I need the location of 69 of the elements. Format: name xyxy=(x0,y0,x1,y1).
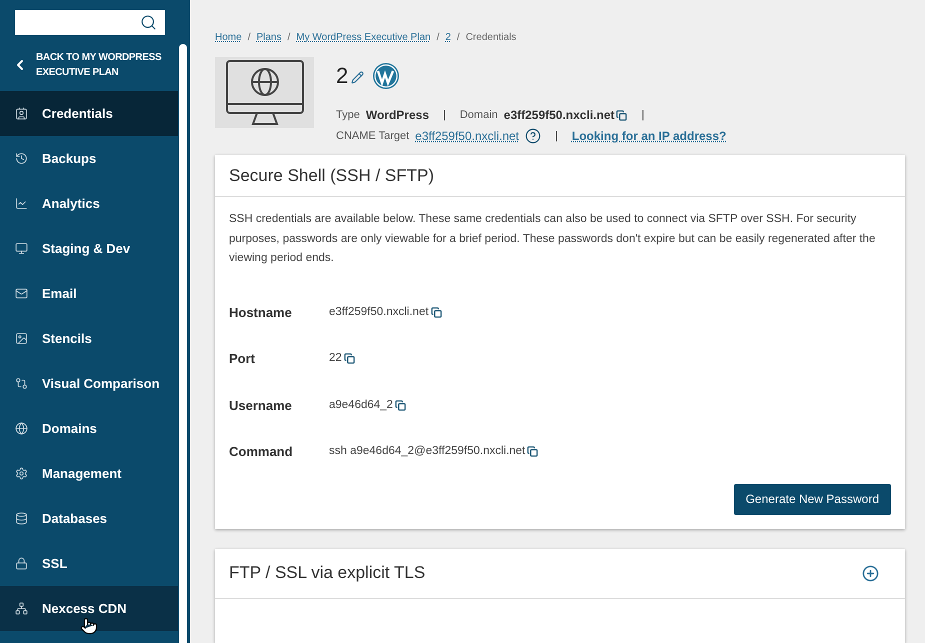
image-icon xyxy=(15,332,28,345)
type-label: Type xyxy=(336,108,360,123)
monitor-globe-icon xyxy=(224,58,304,126)
back-link[interactable]: BACK TO MY WORDPRESS EXECUTIVE PLAN xyxy=(0,45,190,85)
nav-item[interactable]: Domains xyxy=(0,406,178,451)
chart-icon xyxy=(15,197,28,210)
copy-icon[interactable] xyxy=(527,446,538,458)
card-title: Secure Shell (SSH / SFTP) xyxy=(215,155,905,197)
cursor-icon xyxy=(80,616,98,636)
search-icon[interactable] xyxy=(140,14,157,31)
nav-item[interactable]: Credentials xyxy=(0,91,178,136)
field-value: e3ff259f50.nxcli.net xyxy=(329,304,429,320)
nav-item[interactable]: Visual Comparison xyxy=(0,361,178,406)
copy-icon[interactable] xyxy=(344,353,355,364)
gear-icon xyxy=(15,467,28,480)
database-icon xyxy=(15,512,28,525)
separator: | xyxy=(555,128,558,144)
description: SSH credentials are available below. These same credentials can also be used to connect via SFTP over SSH. For security purposes, passwords are only viewable for a brief period. These passwords don't expire but can be easily regenerated after the viewing period ends. xyxy=(229,212,876,266)
network-icon xyxy=(15,602,28,615)
help-icon[interactable] xyxy=(525,128,542,144)
breadcrumb-separator: / xyxy=(248,31,250,45)
nav-item[interactable]: Management xyxy=(0,451,178,496)
search-field[interactable] xyxy=(15,10,165,35)
nav-item[interactable]: Staging & Dev xyxy=(0,226,178,271)
id-card-icon xyxy=(15,107,28,120)
separator: | xyxy=(641,108,644,123)
breadcrumb-separator: / xyxy=(436,31,440,45)
generate-password-button[interactable]: Generate New Password xyxy=(734,484,891,514)
domain-label: Domain xyxy=(460,108,498,123)
field-value: ssh a9e46d64_2@e3ff259f50.nxcli.net xyxy=(329,444,526,460)
field-label: Username xyxy=(229,396,293,414)
breadcrumb-link[interactable]: 2 xyxy=(445,30,451,45)
site-name: 2 xyxy=(336,62,348,90)
field-value: a9e46d64_2 xyxy=(329,398,393,413)
field-label: Hostname xyxy=(229,304,293,322)
breadcrumb-link[interactable]: Plans xyxy=(256,30,282,45)
domain-value: e3ff259f50.nxcli.net xyxy=(504,107,614,124)
copy-icon[interactable] xyxy=(616,110,628,120)
field-label: Port xyxy=(229,350,256,368)
separator: | xyxy=(443,108,446,123)
breadcrumb-link[interactable]: My WordPress Executive Plan xyxy=(296,30,431,45)
nav-item[interactable]: Stencils xyxy=(0,316,178,361)
expand-icon[interactable] xyxy=(862,564,879,582)
mail-icon xyxy=(15,287,28,300)
ip-address-link[interactable]: Looking for an IP address? xyxy=(572,127,726,145)
cname-link[interactable]: e3ff259f50.nxcli.net xyxy=(415,127,520,145)
breadcrumb-link[interactable]: Home xyxy=(215,30,242,45)
nav-item[interactable]: Analytics xyxy=(0,181,178,226)
history-icon xyxy=(15,152,28,165)
field-value: 22 xyxy=(329,351,342,366)
nav-item[interactable]: SSL xyxy=(0,541,178,586)
wordpress-logo-icon xyxy=(372,62,400,90)
monitor-icon xyxy=(15,242,28,255)
breadcrumb-current: Credentials xyxy=(466,31,516,45)
breadcrumb-separator: / xyxy=(456,31,460,45)
lock-icon xyxy=(15,557,28,570)
nav-item[interactable]: Databases xyxy=(0,496,178,541)
compare-icon xyxy=(15,377,28,390)
nav-item[interactable]: Email xyxy=(0,271,178,316)
globe-icon xyxy=(15,422,28,435)
copy-icon[interactable] xyxy=(394,400,406,411)
card-title: FTP / SSL via explicit TLS xyxy=(229,562,426,584)
nav-item[interactable]: Backups xyxy=(0,136,178,181)
field-label: Command xyxy=(229,443,294,461)
copy-icon[interactable] xyxy=(430,306,442,318)
breadcrumb-separator: / xyxy=(287,31,290,45)
type-value: WordPress xyxy=(366,107,429,124)
cname-label: CNAME Target xyxy=(336,128,410,144)
edit-icon[interactable] xyxy=(351,70,364,84)
